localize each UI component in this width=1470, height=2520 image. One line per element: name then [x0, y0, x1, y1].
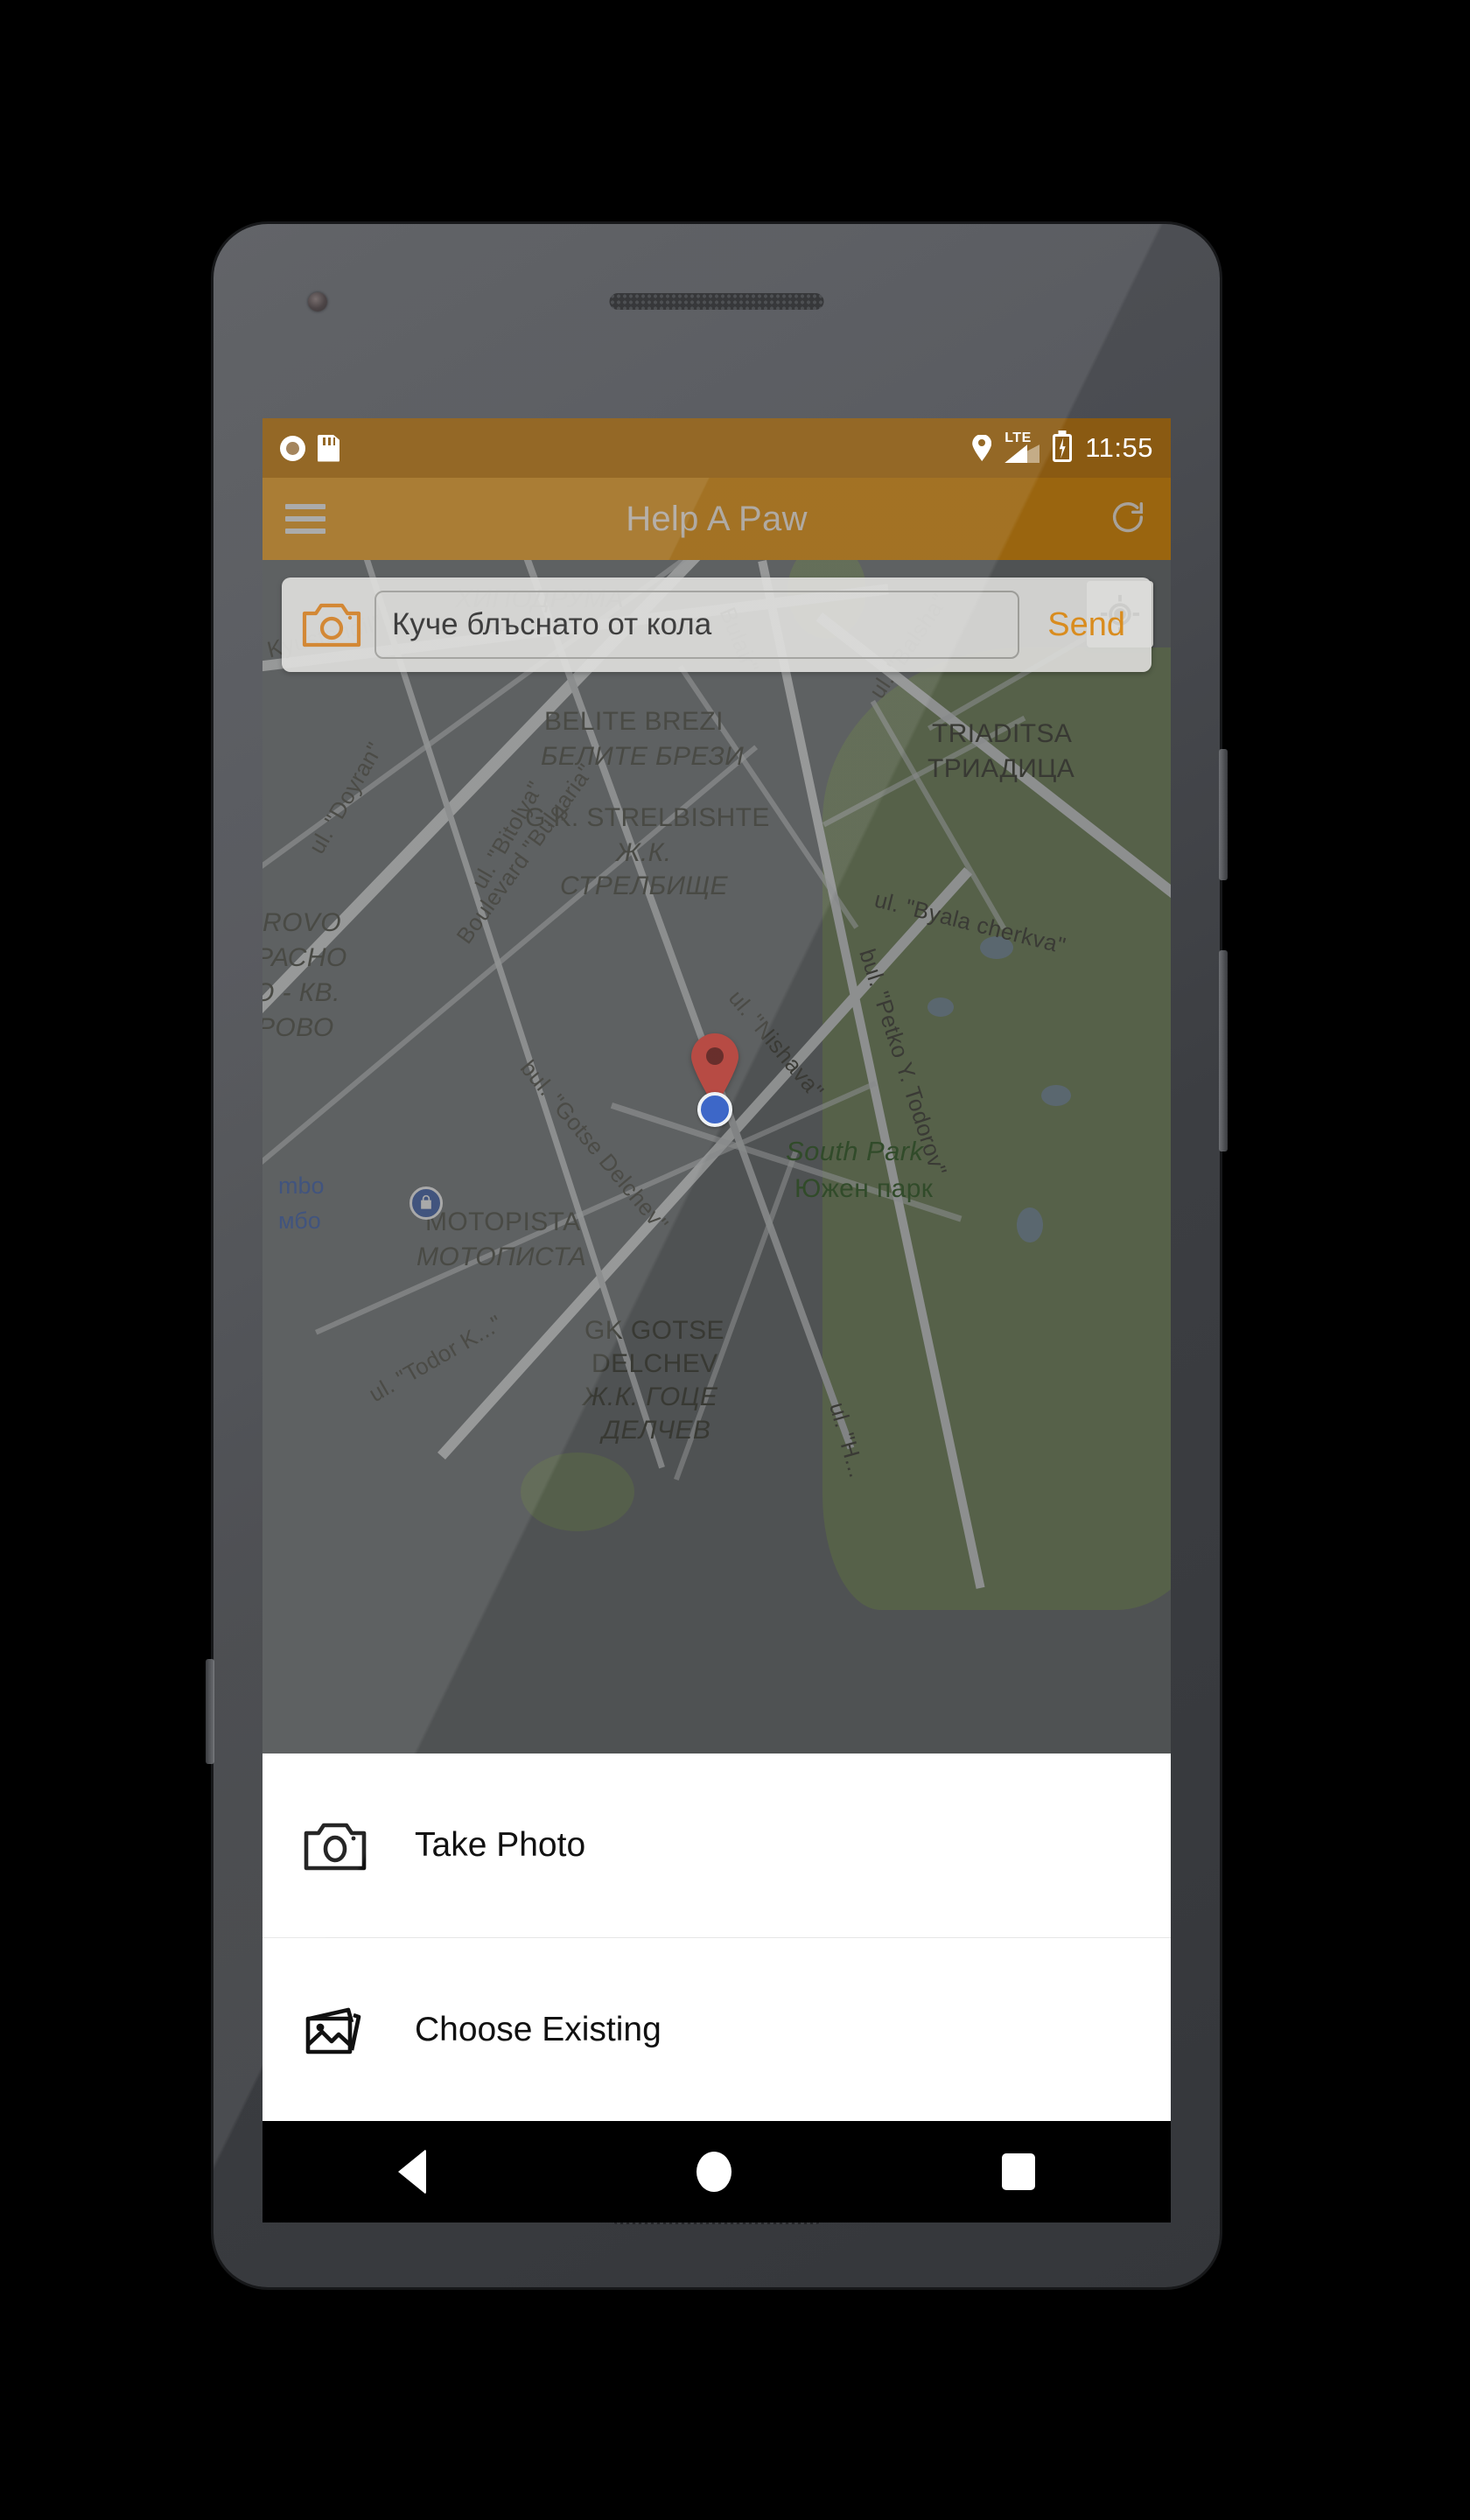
status-bar-left-icons [280, 434, 340, 462]
map-label-krasno-1: ROVO [262, 908, 341, 937]
nav-recents-square-icon[interactable] [1002, 2153, 1036, 2190]
refresh-icon[interactable] [1108, 499, 1148, 539]
map-label-strelbishte-cyr2: СТРЕЛБИЩЕ [560, 872, 728, 900]
map-label-krasno-3: О - КВ. [262, 978, 340, 1007]
front-camera-icon [308, 292, 327, 312]
take-photo-label: Take Photo [415, 1826, 586, 1864]
camera-icon[interactable] [298, 596, 366, 654]
map-label-krasno-4: РОВО [262, 1013, 334, 1042]
shop-bag-icon[interactable] [410, 1186, 443, 1220]
page-title: Help A Paw [626, 499, 808, 538]
map-label-gk-gotse-3: Ж.К. ГОЦЕ [583, 1382, 718, 1411]
photo-source-sheet: Take Photo Choose Existing [262, 1754, 1171, 2121]
sd-card-icon [318, 434, 340, 462]
park-area [822, 648, 1171, 1610]
map-label-gk-gotse-4: ДЕЛЧЕВ [602, 1416, 711, 1445]
lte-signal-icon: LTE [1004, 430, 1040, 463]
map-label-doyran: ul. "Doyran" [303, 737, 388, 858]
map-label-south-park-bg: Южен парк [794, 1174, 934, 1203]
map-label-gk-gotse-1: GK GOTSE [584, 1316, 724, 1345]
map-label-south-park-en: South Park [786, 1136, 924, 1166]
my-location-dot [697, 1092, 732, 1127]
android-navigation-bar [262, 2121, 1171, 2222]
map-label-triaditsa-lat: TRIADITSA [932, 719, 1073, 748]
photo-stack-icon [303, 2003, 383, 2057]
choose-existing-label: Choose Existing [415, 2010, 662, 2048]
record-icon [280, 435, 305, 461]
status-bar: LTE 11:55 [262, 418, 1171, 478]
take-photo-item[interactable]: Take Photo [262, 1754, 1171, 1937]
nav-home-circle-icon[interactable] [696, 2152, 732, 2192]
map-label-triaditsa-cyr: ТРИАДИЦА [928, 754, 1075, 783]
map-label-belite-brezi-lat: BELITE BREZI [544, 707, 724, 736]
earpiece-speaker [609, 293, 824, 310]
choose-existing-item[interactable]: Choose Existing [262, 1937, 1171, 2121]
camera-icon [303, 1818, 383, 1872]
map-label-strelbishte-cyr1: Ж.К. [616, 838, 672, 867]
device-top-bezel [214, 224, 1220, 418]
map-view[interactable]: ХИПОДРУМАKyustendil"Bulair"BELITE BREZIБ… [262, 560, 1171, 2121]
status-bar-right-icons: LTE 11:55 [972, 430, 1153, 464]
green-patch [521, 1452, 634, 1531]
location-pin-icon [972, 435, 991, 461]
water-body [1041, 1085, 1071, 1106]
report-text-input[interactable] [374, 591, 1020, 659]
left-side-button[interactable] [206, 1659, 214, 1764]
app-bar: Help A Paw [262, 478, 1171, 560]
map-label-motopista-lat: MOTOPISTA [425, 1208, 581, 1236]
battery-charging-icon [1053, 434, 1073, 462]
water-body [1017, 1208, 1043, 1242]
power-button[interactable] [1219, 749, 1228, 880]
poi-label-lat: mbo [278, 1172, 325, 1199]
phone-device: LTE 11:55 Help A Paw BELITE BREZI БЕЛИТЕ… [206, 224, 1228, 2287]
phone-screen: LTE 11:55 Help A Paw BELITE BREZI БЕЛИТЕ… [262, 418, 1171, 2121]
status-bar-clock: 11:55 [1085, 432, 1153, 463]
poi-label-cyr: мбо [278, 1208, 321, 1234]
signal-bars-icon [1004, 444, 1040, 463]
map-label-gk-gotse-2: DELCHEV [592, 1349, 718, 1378]
map-label-todor-kableshkov: ul. "Todor K..." [364, 1309, 508, 1408]
hamburger-menu-icon[interactable] [285, 504, 326, 534]
report-input-card: Send [282, 578, 1152, 672]
send-button[interactable]: Send [1028, 606, 1144, 644]
map-label-krasno-2: РАСНО [262, 943, 347, 972]
water-body [928, 998, 954, 1017]
map-label-motopista-cyr: МОТОПИСТА [416, 1242, 587, 1271]
nav-back-triangle-icon[interactable] [397, 2149, 426, 2194]
volume-button[interactable] [1219, 950, 1228, 1152]
